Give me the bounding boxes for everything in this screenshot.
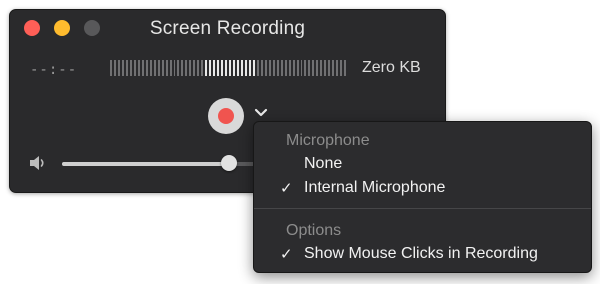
window-title: Screen Recording bbox=[149, 18, 306, 39]
volume-slider-knob[interactable] bbox=[221, 155, 237, 171]
options-menu: Microphone None ✓ Internal Microphone Op… bbox=[253, 121, 592, 273]
menu-item-none[interactable]: None bbox=[254, 155, 591, 177]
elapsed-time: --:-- bbox=[30, 62, 78, 78]
check-icon: ✓ bbox=[280, 246, 293, 263]
menu-item-internal-microphone[interactable]: ✓ Internal Microphone bbox=[254, 179, 591, 201]
menu-item-label: None bbox=[304, 155, 343, 172]
audio-level-meter bbox=[110, 60, 347, 76]
volume-slider-fill bbox=[62, 162, 229, 166]
speaker-icon bbox=[30, 156, 44, 170]
menu-section-options: Options bbox=[286, 222, 342, 239]
menu-section-microphone: Microphone bbox=[286, 132, 370, 149]
record-icon bbox=[218, 108, 234, 124]
stage: Screen Recording --:-- Zero KB Microphon… bbox=[0, 0, 600, 284]
menu-item-label: Internal Microphone bbox=[304, 179, 446, 196]
chevron-down-icon[interactable] bbox=[254, 108, 268, 118]
menu-item-label: Show Mouse Clicks in Recording bbox=[304, 245, 538, 262]
check-icon: ✓ bbox=[280, 180, 293, 197]
menu-separator bbox=[254, 208, 591, 209]
file-size: Zero KB bbox=[362, 59, 421, 76]
menu-item-show-mouse-clicks[interactable]: ✓ Show Mouse Clicks in Recording bbox=[254, 245, 591, 267]
record-button[interactable] bbox=[208, 98, 244, 134]
